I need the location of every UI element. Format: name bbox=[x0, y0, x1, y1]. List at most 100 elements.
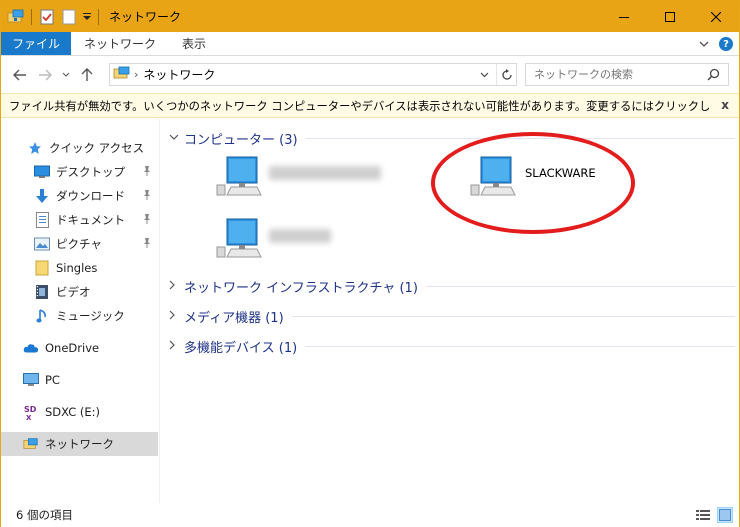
infobar-message[interactable]: ファイル共有が無効です。いくつかのネットワーク コンピューターやデバイスは表示さ… bbox=[9, 98, 709, 114]
tab-file[interactable]: ファイル bbox=[1, 32, 72, 55]
large-icons-view-button[interactable] bbox=[717, 507, 733, 523]
large-icons-view-icon bbox=[719, 509, 731, 521]
maximize-button[interactable] bbox=[647, 1, 693, 32]
refresh-button[interactable] bbox=[496, 64, 516, 85]
toolbar-separator bbox=[31, 8, 32, 25]
window-title: ネットワーク bbox=[109, 10, 182, 24]
help-icon[interactable]: ? bbox=[719, 37, 733, 51]
properties-icon[interactable] bbox=[38, 8, 56, 26]
cloud-icon bbox=[23, 340, 39, 356]
breadcrumb-chevron-icon[interactable]: › bbox=[134, 68, 138, 81]
sidebar-item-label: ミュージック bbox=[56, 309, 125, 323]
sidebar-item-desktop[interactable]: デスクトップ bbox=[34, 160, 158, 184]
pin-icon[interactable] bbox=[142, 189, 152, 204]
chevron-right-icon[interactable] bbox=[169, 280, 181, 293]
music-icon bbox=[34, 308, 50, 324]
group-title: コンピューター (3) bbox=[184, 132, 298, 148]
search-input[interactable] bbox=[534, 68, 704, 81]
chevron-down-icon[interactable] bbox=[169, 133, 181, 144]
sidebar-item-singles[interactable]: Singles bbox=[34, 256, 158, 280]
chevron-down-icon bbox=[480, 72, 488, 77]
address-history-button[interactable] bbox=[476, 64, 492, 85]
pictures-icon bbox=[34, 236, 50, 252]
minimize-button[interactable] bbox=[601, 1, 647, 32]
desktop-icon bbox=[34, 164, 50, 180]
pc-icon bbox=[23, 372, 39, 388]
back-button[interactable] bbox=[9, 64, 31, 86]
group-title: 多機能デバイス (1) bbox=[184, 340, 298, 356]
pin-icon[interactable] bbox=[142, 237, 152, 252]
ribbon-right-controls: ? bbox=[699, 32, 733, 56]
computer-icon bbox=[213, 153, 265, 204]
details-view-button[interactable] bbox=[695, 507, 711, 523]
sidebar-item-label: ネットワーク bbox=[45, 437, 114, 451]
group-divider bbox=[291, 315, 735, 317]
svg-text:SD: SD bbox=[24, 405, 37, 414]
sidebar-item-network[interactable]: ネットワーク bbox=[1, 432, 158, 456]
quick-access-toolbar bbox=[7, 1, 105, 32]
group-header-multifunction-devices[interactable]: 多機能デバイス (1) bbox=[169, 336, 735, 356]
recent-locations-button[interactable] bbox=[59, 64, 73, 86]
sidebar-item-downloads[interactable]: ダウンロード bbox=[34, 184, 158, 208]
pin-icon[interactable] bbox=[142, 165, 152, 180]
status-bar: 6 個の項目 bbox=[1, 503, 739, 527]
highlight-circle-annotation bbox=[431, 132, 635, 234]
network-icon bbox=[23, 436, 39, 452]
group-header-computers[interactable]: コンピューター (3) bbox=[169, 128, 735, 148]
group-header-media-devices[interactable]: メディア機器 (1) bbox=[169, 306, 735, 326]
pin-icon[interactable] bbox=[142, 213, 152, 228]
search-icon[interactable] bbox=[707, 68, 720, 84]
group-divider bbox=[425, 285, 735, 287]
sidebar-item-label: OneDrive bbox=[45, 341, 100, 355]
sidebar-item-label: ドキュメント bbox=[56, 213, 125, 227]
sidebar-item-pictures[interactable]: ピクチャ bbox=[34, 232, 158, 256]
sidebar-item-quick-access[interactable]: クイック アクセス bbox=[27, 136, 157, 160]
group-header-network-infrastructure[interactable]: ネットワーク インフラストラクチャ (1) bbox=[169, 276, 735, 296]
up-button[interactable] bbox=[76, 64, 98, 86]
sidebar-item-onedrive[interactable]: OneDrive bbox=[23, 336, 158, 360]
close-icon bbox=[711, 11, 721, 22]
window-controls bbox=[601, 1, 739, 32]
forward-button[interactable] bbox=[34, 64, 56, 86]
network-folder-icon[interactable] bbox=[7, 8, 25, 26]
network-icon bbox=[113, 66, 131, 83]
video-icon bbox=[34, 284, 50, 300]
expand-ribbon-icon[interactable] bbox=[699, 37, 709, 51]
sidebar-item-label: ピクチャ bbox=[56, 237, 102, 251]
sidebar-item-videos[interactable]: ビデオ bbox=[34, 280, 158, 304]
details-view-icon bbox=[696, 510, 710, 520]
customize-toolbar-icon[interactable] bbox=[82, 8, 92, 26]
sidebar-item-label: デスクトップ bbox=[56, 165, 125, 179]
tab-view[interactable]: 表示 bbox=[169, 32, 219, 55]
computer-item[interactable] bbox=[213, 153, 265, 204]
group-title: メディア機器 (1) bbox=[184, 310, 284, 326]
chevron-down-icon bbox=[62, 72, 70, 77]
search-box[interactable] bbox=[525, 63, 729, 86]
new-folder-icon[interactable] bbox=[60, 8, 78, 26]
star-icon bbox=[27, 140, 43, 156]
pane-divider[interactable] bbox=[159, 119, 160, 503]
address-bar[interactable]: › ネットワーク bbox=[109, 63, 517, 86]
explorer-window: ネットワーク ファイル ネットワーク 表示 ? › ネットワーク ネットワークの… bbox=[0, 0, 740, 527]
item-count: 6 個の項目 bbox=[16, 508, 73, 522]
navigation-pane: クイック アクセス デスクトップ ダウンロード ドキュメント ピクチャ Sing… bbox=[1, 119, 159, 503]
download-icon bbox=[34, 188, 50, 204]
sidebar-item-music[interactable]: ミュージック bbox=[34, 304, 158, 328]
close-button[interactable] bbox=[693, 1, 739, 32]
chevron-right-icon[interactable] bbox=[169, 340, 181, 353]
sidebar-item-sdxc[interactable]: SD X SDXC (E:) bbox=[23, 400, 158, 424]
close-infobar-icon[interactable]: x bbox=[721, 98, 729, 112]
computer-item[interactable] bbox=[213, 215, 265, 266]
forward-arrow-icon bbox=[39, 69, 52, 80]
sidebar-item-documents[interactable]: ドキュメント bbox=[34, 208, 158, 232]
sidebar-item-pc[interactable]: PC bbox=[23, 368, 158, 392]
file-sharing-infobar[interactable]: ファイル共有が無効です。いくつかのネットワーク コンピューターやデバイスは表示さ… bbox=[1, 93, 739, 118]
breadcrumb-network[interactable]: ネットワーク bbox=[143, 66, 215, 83]
minimize-icon bbox=[619, 16, 629, 18]
folder-icon bbox=[34, 260, 50, 276]
refresh-icon bbox=[501, 68, 512, 80]
tab-network[interactable]: ネットワーク bbox=[71, 32, 169, 55]
navigation-bar: › ネットワーク bbox=[1, 57, 739, 92]
toolbar-separator bbox=[98, 8, 99, 25]
chevron-right-icon[interactable] bbox=[169, 310, 181, 323]
